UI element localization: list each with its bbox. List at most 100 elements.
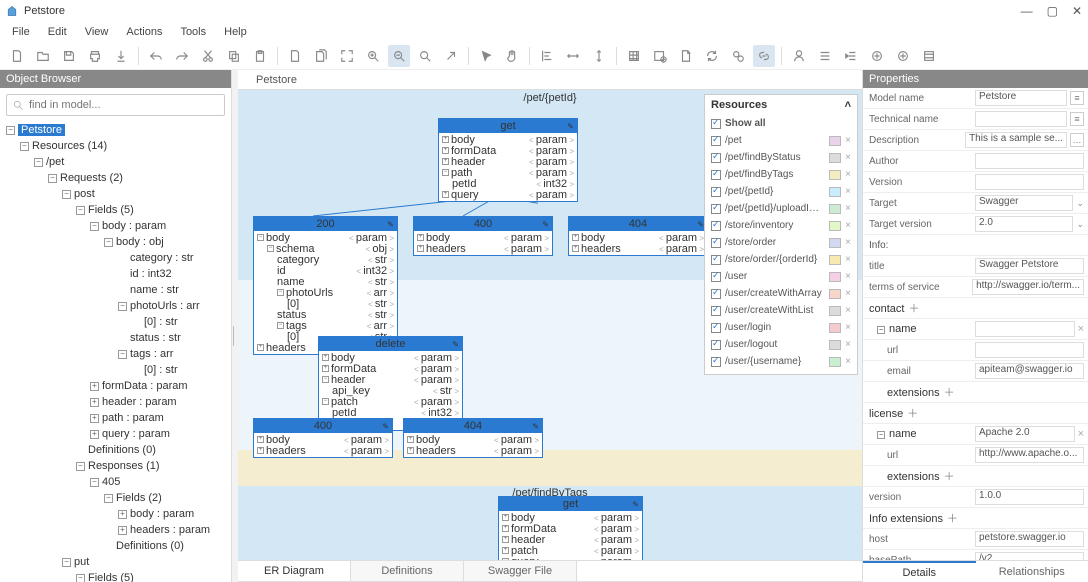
resource-row[interactable]: /pet/{petId}/uploadIm...× bbox=[711, 200, 851, 217]
search-input[interactable] bbox=[29, 99, 219, 111]
prop-license-name[interactable]: Apache 2.0 bbox=[975, 426, 1075, 442]
remove-icon[interactable]: × bbox=[1078, 428, 1084, 440]
color-swatch[interactable] bbox=[829, 221, 841, 231]
plus-circle-icon[interactable] bbox=[866, 45, 888, 67]
color-swatch[interactable] bbox=[829, 323, 841, 333]
list-icon[interactable] bbox=[814, 45, 836, 67]
resource-row[interactable]: /pet/{petId}× bbox=[711, 183, 851, 200]
resource-row[interactable]: /user/createWithArray× bbox=[711, 285, 851, 302]
doc-icon[interactable] bbox=[284, 45, 306, 67]
remove-icon[interactable]: × bbox=[1078, 323, 1084, 335]
color-swatch[interactable] bbox=[829, 272, 841, 282]
checkbox-icon[interactable] bbox=[711, 306, 721, 316]
tree-tags-0[interactable]: [0] : str bbox=[132, 362, 229, 378]
center-tab-petstore[interactable]: Petstore bbox=[246, 72, 307, 88]
tree-defs[interactable]: Definitions (0) bbox=[76, 442, 229, 458]
checkbox-icon[interactable] bbox=[711, 238, 721, 248]
node-400[interactable]: 400✎ +body< param > +headers< param > bbox=[413, 216, 553, 256]
node-200[interactable]: 200✎ −body< param > −schema< obj > categ… bbox=[253, 216, 398, 355]
checkbox-icon[interactable] bbox=[711, 136, 721, 146]
refresh-icon[interactable] bbox=[701, 45, 723, 67]
tree-category[interactable]: category : str bbox=[118, 250, 229, 266]
expand-icon[interactable] bbox=[336, 45, 358, 67]
new-file-icon[interactable] bbox=[6, 45, 28, 67]
remove-icon[interactable]: × bbox=[845, 186, 851, 197]
minimize-icon[interactable]: — bbox=[1021, 4, 1033, 18]
checkbox-icon[interactable] bbox=[711, 221, 721, 231]
resource-row[interactable]: /store/inventory× bbox=[711, 217, 851, 234]
node-del-404[interactable]: 404✎ +body< param > +headers< param > bbox=[403, 418, 543, 458]
grid-icon[interactable] bbox=[623, 45, 645, 67]
prop-basepath[interactable]: /v2 bbox=[975, 552, 1084, 560]
menu-view[interactable]: View bbox=[77, 24, 117, 40]
tree-path[interactable]: +path : param bbox=[90, 410, 229, 426]
tab-details[interactable]: Details bbox=[863, 561, 976, 582]
resources-panel[interactable]: Resources˄ Show all /pet×/pet/findByStat… bbox=[704, 94, 858, 375]
remove-icon[interactable]: × bbox=[845, 237, 851, 248]
prop-contact-name[interactable] bbox=[975, 321, 1075, 337]
color-swatch[interactable] bbox=[829, 238, 841, 248]
checkbox-icon[interactable] bbox=[711, 170, 721, 180]
resource-row[interactable]: /store/order/{orderId}× bbox=[711, 251, 851, 268]
color-swatch[interactable] bbox=[829, 340, 841, 350]
resource-row[interactable]: /store/order× bbox=[711, 234, 851, 251]
print-icon[interactable] bbox=[84, 45, 106, 67]
resource-row[interactable]: /pet/findByTags× bbox=[711, 166, 851, 183]
tree-tags[interactable]: −tags : arr bbox=[118, 346, 229, 362]
collapse-icon[interactable]: ˄ bbox=[845, 99, 851, 111]
tree-resources[interactable]: −Resources (14) bbox=[20, 138, 229, 154]
checkbox-icon[interactable] bbox=[711, 255, 721, 265]
add-infoext-icon[interactable]: ＋ bbox=[947, 513, 958, 525]
node-delete[interactable]: delete✎ +body< param > +formData< param … bbox=[318, 336, 463, 431]
er-diagram-canvas[interactable]: /pet/{petId} /pet/findByTags get✎ +body<… bbox=[238, 90, 862, 560]
color-swatch[interactable] bbox=[829, 204, 841, 214]
tab-definitions[interactable]: Definitions bbox=[351, 561, 464, 581]
open-folder-icon[interactable] bbox=[32, 45, 54, 67]
gears-icon[interactable] bbox=[727, 45, 749, 67]
resource-row[interactable]: /user/createWithList× bbox=[711, 302, 851, 319]
paste-icon[interactable] bbox=[249, 45, 271, 67]
close-icon[interactable]: ✕ bbox=[1072, 4, 1082, 18]
prop-contact-url[interactable] bbox=[975, 342, 1084, 358]
pointer-icon[interactable] bbox=[475, 45, 497, 67]
prop-model-name[interactable]: Petstore bbox=[975, 90, 1067, 106]
prop-tos[interactable]: http://swagger.io/term... bbox=[972, 279, 1084, 295]
checkbox-icon[interactable] bbox=[711, 204, 721, 214]
remove-icon[interactable]: × bbox=[845, 254, 851, 265]
menu-file[interactable]: File bbox=[4, 24, 38, 40]
link-icon[interactable] bbox=[753, 45, 775, 67]
expand-icon[interactable]: … bbox=[1070, 133, 1084, 147]
cut-icon[interactable] bbox=[197, 45, 219, 67]
resources-show-all[interactable]: Show all bbox=[711, 115, 851, 132]
node-404[interactable]: 404✎ +body< param > +headers< param > bbox=[568, 216, 708, 256]
tree-id[interactable]: id : int32 bbox=[118, 266, 229, 282]
color-swatch[interactable] bbox=[829, 153, 841, 163]
color-swatch[interactable] bbox=[829, 187, 841, 197]
tree-root[interactable]: −Petstore bbox=[6, 122, 229, 138]
tree-responses[interactable]: −Responses (1) bbox=[76, 458, 229, 474]
prop-contact-email[interactable]: apiteam@swagger.io bbox=[975, 363, 1084, 379]
remove-icon[interactable]: × bbox=[845, 152, 851, 163]
checkbox-icon[interactable] bbox=[711, 289, 721, 299]
prop-tech-name[interactable] bbox=[975, 111, 1067, 127]
remove-icon[interactable]: × bbox=[845, 169, 851, 180]
menu-edit[interactable]: Edit bbox=[40, 24, 75, 40]
tree-put[interactable]: −put bbox=[62, 554, 229, 570]
redo-icon[interactable] bbox=[171, 45, 193, 67]
remove-icon[interactable]: × bbox=[845, 271, 851, 282]
tab-swagger-file[interactable]: Swagger File bbox=[464, 561, 577, 581]
tree-body-param[interactable]: −body : param bbox=[90, 218, 229, 234]
hand-icon[interactable] bbox=[501, 45, 523, 67]
prop-author[interactable] bbox=[975, 153, 1084, 169]
add-ext-icon[interactable]: ＋ bbox=[944, 471, 955, 483]
resource-row[interactable]: /user/login× bbox=[711, 319, 851, 336]
checkbox-icon[interactable] bbox=[711, 340, 721, 350]
options-icon[interactable]: ≡ bbox=[1070, 112, 1084, 126]
tree-name[interactable]: name : str bbox=[118, 282, 229, 298]
indent-icon[interactable] bbox=[840, 45, 862, 67]
object-tree[interactable]: −Petstore −Resources (14) −/pet −Request… bbox=[0, 122, 231, 582]
remove-icon[interactable]: × bbox=[845, 339, 851, 350]
tab-er-diagram[interactable]: ER Diagram bbox=[238, 561, 351, 581]
color-swatch[interactable] bbox=[829, 306, 841, 316]
prop-version[interactable] bbox=[975, 174, 1084, 190]
